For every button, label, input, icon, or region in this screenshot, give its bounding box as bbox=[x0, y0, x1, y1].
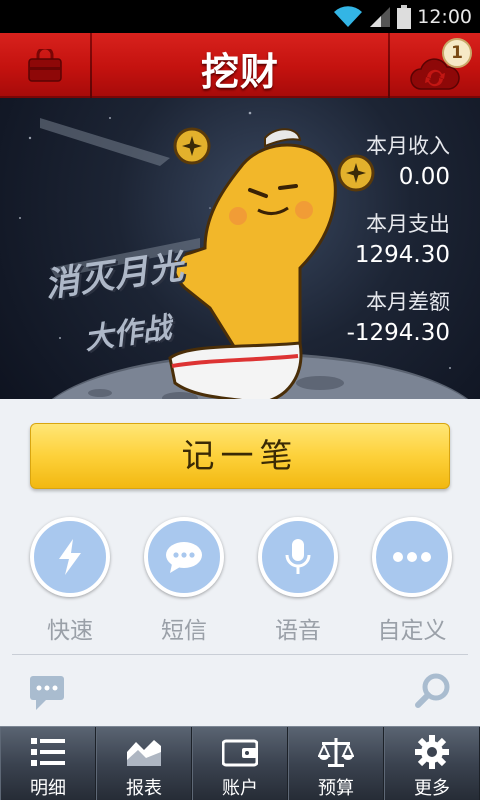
tab-budget-label: 预算 bbox=[318, 778, 354, 799]
list-icon bbox=[31, 738, 65, 766]
tab-reports[interactable]: 报表 bbox=[96, 727, 192, 800]
quick-action-sms-label: 短信 bbox=[161, 618, 207, 644]
quick-action-custom-label: 自定义 bbox=[377, 618, 447, 644]
expense-value: 1294.30 bbox=[354, 242, 450, 268]
income-value: 0.00 bbox=[398, 164, 450, 190]
app-header: 挖财 1 bbox=[0, 33, 480, 98]
sync-badge: 1 bbox=[442, 38, 472, 68]
message-icon bbox=[30, 676, 64, 710]
battery-icon bbox=[397, 4, 412, 29]
quick-action-sms[interactable] bbox=[144, 517, 224, 597]
status-bar: 12:00 bbox=[0, 0, 480, 33]
tab-accounts-label: 账户 bbox=[222, 778, 258, 799]
scale-icon bbox=[318, 738, 354, 767]
sms-icon bbox=[166, 542, 202, 573]
microphone-icon bbox=[285, 539, 311, 574]
quick-action-fast-label: 快速 bbox=[47, 618, 93, 644]
lightning-icon bbox=[59, 539, 81, 575]
expense-label: 本月支出 bbox=[366, 212, 450, 236]
search-button[interactable] bbox=[414, 672, 452, 714]
wallet-icon bbox=[222, 739, 258, 767]
tab-details[interactable]: 明细 bbox=[0, 727, 96, 800]
tab-budget[interactable]: 预算 bbox=[288, 727, 384, 800]
tab-accounts[interactable]: 账户 bbox=[192, 727, 288, 800]
main-panel: 记一笔 快速 短信 语音 自定义 bbox=[0, 399, 480, 726]
main-divider bbox=[12, 654, 468, 655]
quick-action-fast[interactable] bbox=[30, 517, 110, 597]
balance-value: -1294.30 bbox=[346, 320, 450, 346]
signal-icon bbox=[370, 6, 391, 27]
more-dots-icon bbox=[393, 552, 431, 562]
tab-details-label: 明细 bbox=[30, 778, 66, 799]
bottom-tab-bar: 明细 报表 账户 预算 更多 bbox=[0, 726, 480, 800]
message-button[interactable] bbox=[28, 674, 66, 716]
balance-label: 本月差额 bbox=[366, 290, 450, 314]
tab-more-label: 更多 bbox=[414, 778, 450, 799]
search-icon bbox=[415, 673, 450, 708]
monthly-stats: 本月收入 0.00 本月支出 1294.30 本月差额 -1294.30 bbox=[347, 98, 450, 346]
quick-action-voice-label: 语音 bbox=[275, 618, 321, 644]
tab-more[interactable]: 更多 bbox=[384, 727, 480, 800]
quick-action-voice[interactable] bbox=[258, 517, 338, 597]
monthly-banner: ✕ ✕ 消灭月光 大作战 本月收入 0.00 本月支出 1294.30 本月差额… bbox=[0, 98, 480, 399]
record-button[interactable]: 记一笔 bbox=[30, 423, 450, 489]
quick-action-custom[interactable] bbox=[372, 517, 452, 597]
income-label: 本月收入 bbox=[366, 134, 450, 158]
sync-button[interactable]: 1 bbox=[390, 33, 480, 98]
status-time: 12:00 bbox=[417, 5, 472, 28]
wifi-icon bbox=[334, 5, 363, 27]
tab-reports-label: 报表 bbox=[126, 778, 162, 799]
gear-icon bbox=[415, 735, 449, 769]
chart-icon bbox=[127, 740, 161, 766]
